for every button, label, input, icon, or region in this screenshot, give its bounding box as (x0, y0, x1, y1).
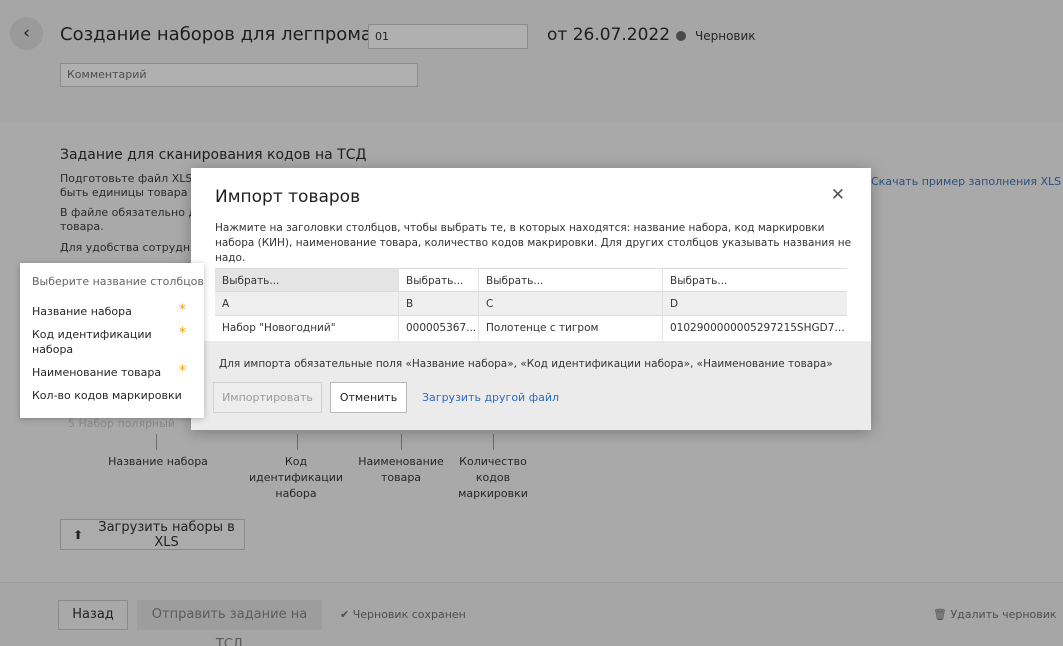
diagram-label: Наименование товара (358, 455, 444, 484)
set-number-input[interactable]: 01 (368, 24, 528, 49)
required-star-icon: * (179, 302, 186, 318)
saved-status: ✔ Черновик сохранен (340, 608, 466, 621)
table-cell: 0102900000005297215SHGD7g7... (663, 316, 847, 340)
saved-status-label: Черновик сохранен (352, 608, 466, 621)
status-dot-icon (676, 31, 686, 41)
diagram-label: Название набора (108, 455, 208, 468)
dropdown-item-set-id-code[interactable]: Код идентификации набора * (32, 325, 194, 357)
page-header: ‹ Создание наборов для легпрома № 01 от … (0, 0, 1063, 122)
dropdown-item-label: Название набора (32, 305, 132, 318)
dropdown-item-label: Кол-во кодов маркировки (32, 389, 182, 402)
column-select-d[interactable]: Выбрать... (663, 268, 847, 292)
upload-sets-label: Загрузить наборы в XLS (98, 519, 235, 550)
diagram-connector (297, 434, 298, 450)
load-other-file-link[interactable]: Загрузить другой файл (422, 391, 559, 404)
dropdown-item-set-name[interactable]: Название набора * (32, 302, 194, 319)
upload-icon: ⬆ (73, 527, 84, 542)
task-text-line: товара. (60, 220, 104, 233)
dropdown-item-label: Наименование товара (32, 366, 162, 379)
diagram-connector (401, 434, 402, 450)
task-text-line: Подготовьте файл XLS со (60, 172, 209, 185)
dropdown-item-product-name[interactable]: Наименование товара * (32, 363, 194, 380)
modal-description: Нажмите на заголовки столбцов, чтобы выб… (215, 222, 852, 264)
column-select-c[interactable]: Выбрать... (479, 268, 663, 292)
table-row: Набор "Новогодний" 000005367... Полотенц… (215, 316, 847, 340)
diagram-connector (156, 434, 157, 450)
page-title: Создание наборов для легпрома № (60, 24, 397, 45)
table-cell: Полотенце с тигром (479, 316, 663, 340)
download-example-link[interactable]: Скачать пример заполнения XLS (871, 175, 1061, 188)
cancel-button[interactable]: Отменить (330, 382, 407, 413)
dropdown-item-label: Код идентификации набора (32, 328, 152, 356)
upload-sets-button[interactable]: ⬆ Загрузить наборы в XLS (60, 519, 245, 550)
column-letters-row: A B C D (215, 292, 847, 316)
task-title: Задание для сканирования кодов на ТСД (60, 147, 367, 163)
import-modal: Импорт товаров ✕ Нажмите на заголовки ст… (191, 168, 871, 430)
diagram-connector (493, 434, 494, 450)
column-select-b[interactable]: Выбрать... (399, 268, 479, 292)
back-button[interactable]: Назад (58, 600, 128, 630)
column-letter: D (663, 292, 847, 316)
check-icon: ✔ (340, 608, 350, 621)
table-cell: 000005367... (399, 316, 479, 340)
status-badge: Черновик (695, 29, 756, 43)
column-name-dropdown: Выберите название столбцов Название набо… (20, 263, 204, 418)
comment-field[interactable]: Комментарий (60, 63, 418, 87)
preview-table: Выбрать... Выбрать... Выбрать... Выбрать… (215, 268, 847, 340)
column-letter: C (479, 292, 663, 316)
example-table-row: 5 Набор полярный (68, 417, 176, 430)
send-task-button[interactable]: Отправить задание на ТСД (137, 600, 322, 646)
modal-title: Импорт товаров (215, 187, 361, 207)
close-icon[interactable]: ✕ (831, 185, 845, 205)
diagram-label: Код идентификации набора (249, 455, 343, 500)
back-arrow-icon[interactable]: ‹ (10, 17, 43, 50)
dropdown-header: Выберите название столбцов (32, 275, 204, 288)
import-button[interactable]: Импортировать (213, 382, 322, 413)
column-letter: B (399, 292, 479, 316)
delete-draft-button[interactable]: 🗑 Удалить черновик (933, 608, 1057, 621)
delete-draft-label: Удалить черновик (950, 608, 1057, 621)
required-fields-note: Для импорта обязательные поля «Название … (219, 358, 833, 370)
task-text-line: В файле обязательно дол (60, 206, 210, 219)
table-cell: Набор "Новогодний" (215, 316, 399, 340)
diagram-label: Количество кодов маркировки (458, 455, 528, 500)
required-star-icon: * (179, 363, 186, 379)
column-letter: A (215, 292, 399, 316)
modal-footer: Для импорта обязательные поля «Название … (191, 341, 871, 430)
task-text-line: Для удобства сотрудника (60, 241, 211, 254)
column-select-a[interactable]: Выбрать... (215, 268, 399, 292)
document-date: от 26.07.2022 (547, 25, 671, 45)
dropdown-item-code-count[interactable]: Кол-во кодов маркировки (32, 388, 194, 403)
column-select-row: Выбрать... Выбрать... Выбрать... Выбрать… (215, 268, 847, 292)
required-star-icon: * (179, 325, 186, 341)
trash-icon: 🗑 (933, 608, 947, 621)
